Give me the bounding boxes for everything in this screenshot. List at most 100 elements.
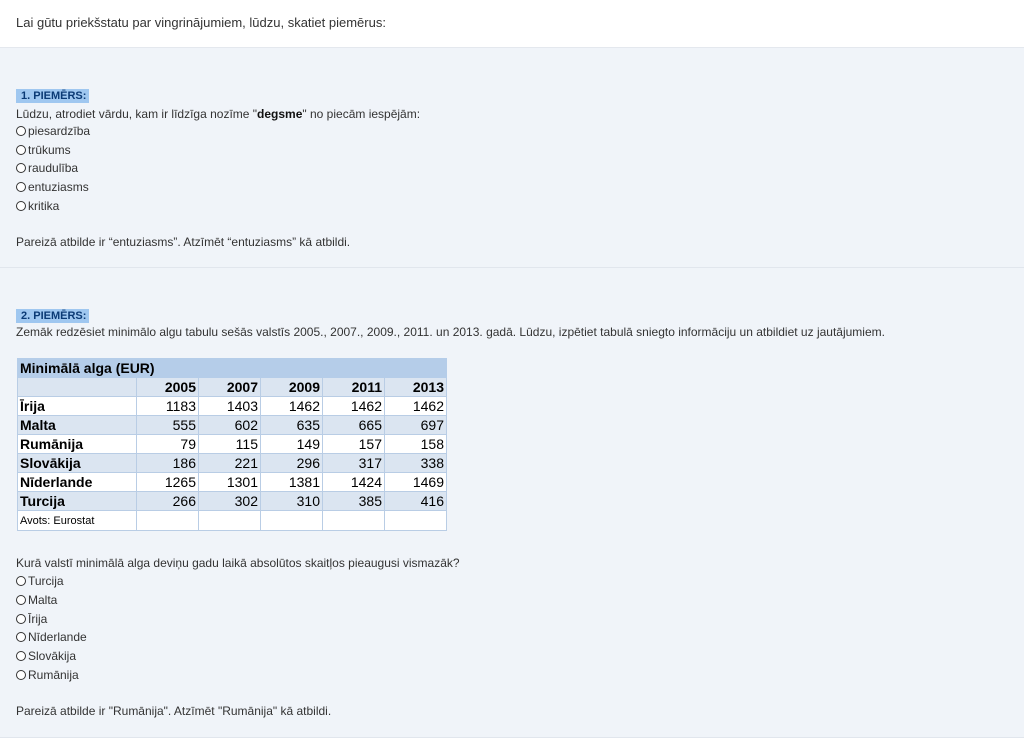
- country-cell: Īrija: [17, 396, 137, 416]
- example-1-option-5[interactable]: kritika: [16, 199, 59, 213]
- example-2-option-2[interactable]: Malta: [16, 593, 57, 607]
- value-cell: 697: [384, 415, 447, 435]
- radio-icon[interactable]: [16, 163, 26, 173]
- minimum-wage-table: Minimālā alga (EUR) 2005 2007 2009 2011 …: [17, 358, 447, 531]
- value-cell: 602: [198, 415, 261, 435]
- value-cell: 416: [384, 491, 447, 511]
- country-cell: Rumānija: [17, 434, 137, 454]
- value-cell: 1265: [136, 472, 199, 492]
- value-cell: 1462: [322, 396, 385, 416]
- question-text-after: " no piecām iespējām:: [302, 107, 421, 121]
- radio-icon[interactable]: [16, 632, 26, 642]
- table-row: Rumānija 79 115 149 157 158: [17, 434, 447, 454]
- radio-icon[interactable]: [16, 651, 26, 661]
- radio-icon[interactable]: [16, 126, 26, 136]
- option-label: raudulība: [28, 161, 79, 175]
- value-cell: 1301: [198, 472, 261, 492]
- option-label: kritika: [28, 199, 60, 213]
- example-2-option-5[interactable]: Slovākija: [16, 649, 76, 663]
- example-2-section: 2. PIEMĒRS: Zemāk redzēsiet minimālo alg…: [0, 268, 1024, 738]
- option-label: Slovākija: [28, 649, 77, 663]
- option-label: Malta: [28, 593, 58, 607]
- example-1-option-4[interactable]: entuziasms: [16, 180, 89, 194]
- value-cell: 665: [322, 415, 385, 435]
- value-cell: 302: [198, 491, 261, 511]
- value-cell: 266: [136, 491, 199, 511]
- value-cell: 186: [136, 453, 199, 473]
- year-header: 2009: [260, 377, 323, 397]
- example-2-option-4[interactable]: Nīderlande: [16, 630, 87, 644]
- radio-icon[interactable]: [16, 145, 26, 155]
- country-cell: Slovākija: [17, 453, 137, 473]
- example-2-option-3[interactable]: Īrija: [16, 612, 47, 626]
- option-label: trūkums: [28, 143, 71, 157]
- value-cell: 149: [260, 434, 323, 454]
- value-cell: 1469: [384, 472, 447, 492]
- country-cell: Malta: [17, 415, 137, 435]
- value-cell: 79: [136, 434, 199, 454]
- table-header-row: 2005 2007 2009 2011 2013: [17, 377, 447, 397]
- value-cell: 317: [322, 453, 385, 473]
- value-cell: 1381: [260, 472, 323, 492]
- value-cell: 221: [198, 453, 261, 473]
- table-header-empty: [17, 377, 137, 397]
- radio-icon[interactable]: [16, 614, 26, 624]
- option-label: entuziasms: [28, 180, 89, 194]
- empty-cell: [384, 510, 447, 531]
- example-1-option-2[interactable]: trūkums: [16, 143, 71, 157]
- example-1-question: Lūdzu, atrodiet vārdu, kam ir līdzīga no…: [16, 107, 420, 121]
- radio-icon[interactable]: [16, 595, 26, 605]
- option-label: piesardzība: [28, 124, 91, 138]
- radio-icon[interactable]: [16, 201, 26, 211]
- value-cell: 158: [384, 434, 447, 454]
- radio-icon[interactable]: [16, 670, 26, 680]
- value-cell: 157: [322, 434, 385, 454]
- table-source-row: Avots: Eurostat: [17, 510, 447, 531]
- value-cell: 115: [198, 434, 261, 454]
- example-1-section: 1. PIEMĒRS: Lūdzu, atrodiet vārdu, kam i…: [0, 48, 1024, 268]
- year-header: 2007: [198, 377, 261, 397]
- option-label: Īrija: [28, 612, 48, 626]
- example-2-label: 2. PIEMĒRS:: [16, 309, 90, 323]
- example-2-option-1[interactable]: Turcija: [16, 574, 64, 588]
- table-source: Avots: Eurostat: [17, 510, 137, 531]
- table-row: Malta 555 602 635 665 697: [17, 415, 447, 435]
- example-1-label: 1. PIEMĒRS:: [16, 89, 90, 103]
- table-row: Nīderlande 1265 1301 1381 1424 1469: [17, 472, 447, 492]
- example-2-answer: Pareizā atbilde ir "Rumānija". Atzīmēt "…: [16, 704, 332, 718]
- country-cell: Turcija: [17, 491, 137, 511]
- table-row: Īrija 1183 1403 1462 1462 1462: [17, 396, 447, 416]
- value-cell: 1424: [322, 472, 385, 492]
- intro-panel: Lai gūtu priekšstatu par vingrinājumiem,…: [0, 0, 1024, 48]
- year-header: 2011: [322, 377, 385, 397]
- example-2-question: Kurā valstī minimālā alga deviņu gadu la…: [16, 556, 460, 570]
- example-1-option-1[interactable]: piesardzība: [16, 124, 90, 138]
- option-label: Nīderlande: [28, 630, 87, 644]
- option-label: Rumānija: [28, 668, 79, 682]
- page: Lai gūtu priekšstatu par vingrinājumiem,…: [0, 0, 1024, 741]
- example-1-answer: Pareizā atbilde ir “entuziasms”. Atzīmēt…: [16, 235, 351, 249]
- table-title-row: Minimālā alga (EUR): [17, 358, 447, 378]
- intro-text: Lai gūtu priekšstatu par vingrinājumiem,…: [16, 15, 386, 30]
- example-2-description: Zemāk redzēsiet minimālo algu tabulu seš…: [16, 325, 885, 339]
- value-cell: 338: [384, 453, 447, 473]
- table-row: Turcija 266 302 310 385 416: [17, 491, 447, 511]
- value-cell: 635: [260, 415, 323, 435]
- empty-cell: [198, 510, 261, 531]
- value-cell: 310: [260, 491, 323, 511]
- value-cell: 1403: [198, 396, 261, 416]
- radio-icon[interactable]: [16, 576, 26, 586]
- radio-icon[interactable]: [16, 182, 26, 192]
- value-cell: 1183: [136, 396, 199, 416]
- example-2-option-6[interactable]: Rumānija: [16, 668, 79, 682]
- table-row: Slovākija 186 221 296 317 338: [17, 453, 447, 473]
- value-cell: 555: [136, 415, 199, 435]
- empty-cell: [322, 510, 385, 531]
- example-1-option-3[interactable]: raudulība: [16, 161, 78, 175]
- value-cell: 385: [322, 491, 385, 511]
- question-text-before: Lūdzu, atrodiet vārdu, kam ir līdzīga no…: [16, 107, 258, 121]
- country-cell: Nīderlande: [17, 472, 137, 492]
- keyword: degsme: [257, 107, 303, 121]
- year-header: 2005: [136, 377, 199, 397]
- value-cell: 1462: [384, 396, 447, 416]
